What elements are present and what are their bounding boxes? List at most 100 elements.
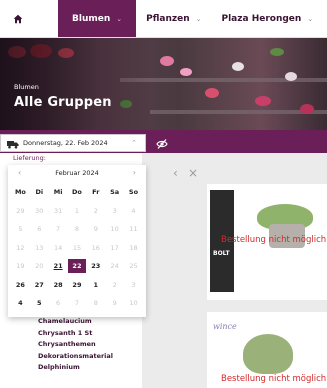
close-icon[interactable]: × (188, 166, 198, 180)
calendar-week-row: 29 30 31 1 2 3 4 (11, 202, 143, 221)
banner-flower (285, 72, 297, 81)
calendar-day: 18 (129, 243, 138, 252)
calendar-day[interactable]: 1 (86, 278, 105, 292)
weekday-row: Mo Di Mi Do Fr Sa So (11, 183, 143, 202)
top-navigation: Blumen ⌄ Pflanzen ⌄ Plaza Herongen ⌄ (0, 0, 327, 38)
truck-icon (7, 134, 19, 153)
nav-item-blumen[interactable]: Blumen ⌄ (58, 0, 137, 37)
calendar-day: 7 (74, 299, 80, 308)
calendar-day: 19 (16, 262, 25, 271)
calendar-day: 8 (93, 299, 98, 308)
calendar-day[interactable]: 27 (30, 278, 49, 292)
calendar-day: 14 (53, 243, 63, 252)
breadcrumb: Blumen (14, 83, 39, 91)
calendar-day: 25 (129, 262, 138, 271)
calendar-day[interactable]: 21 (49, 259, 68, 273)
calendar-day: 17 (110, 243, 119, 252)
weekday-label: So (128, 188, 139, 197)
calendar-day[interactable]: 4 (11, 296, 30, 310)
calendar-day[interactable]: 28 (49, 278, 68, 292)
calendar-month: Februar 2024 (55, 169, 99, 177)
calendar-day: 12 (16, 243, 25, 252)
calendar-day: 20 (35, 262, 44, 271)
category-item[interactable]: Dekorationsmaterial (38, 351, 113, 363)
nav-item-label: Pflanzen (146, 13, 190, 24)
chevron-down-icon: ⌄ (195, 14, 202, 23)
calendar-day: 15 (72, 243, 82, 252)
banner-flower (300, 104, 314, 114)
calendar-week-row: 26 27 28 29 1 2 3 (11, 276, 143, 295)
product-card[interactable]: BOLT Bestellung nicht möglich (207, 184, 327, 300)
eye-off-icon[interactable] (156, 135, 168, 154)
calendar-day[interactable]: 26 (11, 278, 30, 292)
date-picker: ‹ Februar 2024 › Mo Di Mi Do Fr Sa So 29 30 31 1 2… (8, 165, 146, 317)
calendar-day: 13 (35, 243, 44, 252)
weekday-label: Mi (53, 188, 63, 197)
banner-flower (160, 56, 174, 66)
calendar-day: 9 (112, 299, 117, 308)
nav-item-label: Blumen (72, 13, 111, 24)
home-button[interactable] (0, 0, 36, 37)
calendar-day: 16 (91, 243, 100, 252)
product-card[interactable]: wince Bestellung nicht möglich (207, 312, 327, 388)
order-unavailable-label: Bestellung nicht möglich (221, 235, 327, 245)
calendar-week-row: 12 13 14 15 16 17 18 (11, 239, 143, 258)
calendar-day: 11 (129, 225, 138, 234)
calendar-day: 5 (18, 225, 23, 234)
category-item[interactable]: Chamelaucium (38, 316, 113, 328)
chevron-down-icon: ⌄ (116, 14, 123, 23)
order-unavailable-label: Bestellung nicht möglich (221, 374, 327, 384)
calendar-day: 7 (56, 225, 61, 234)
nav-item-plaza-herongen[interactable]: Plaza Herongen ⌄ (212, 0, 324, 37)
category-item[interactable]: Delphinium (38, 362, 113, 374)
hero-banner: Blumen Alle Gruppen (0, 38, 327, 130)
calendar-day: 24 (110, 262, 119, 271)
calendar-day: 10 (129, 299, 138, 308)
delivery-label: Lieferung: (13, 154, 46, 162)
weekday-label: Do (72, 188, 82, 197)
calendar-day: 31 (53, 206, 63, 215)
wince-logo: wince (213, 322, 237, 331)
delivery-date-field[interactable]: Donnerstag, 22. Feb 2024 ⌃ (0, 134, 146, 152)
nav-item-pflanzen[interactable]: Pflanzen ⌄ (136, 0, 211, 37)
calendar-day: 8 (74, 225, 80, 234)
calendar-week-row: 4 5 6 7 8 9 10 (11, 294, 143, 313)
calendar-day: 29 (16, 206, 25, 215)
calendar-day[interactable]: 29 (68, 278, 87, 292)
product-plant-image (243, 334, 293, 374)
calendar-day[interactable]: 23 (86, 259, 105, 273)
chevron-up-icon: ⌃ (131, 139, 137, 147)
calendar-day: 3 (112, 206, 117, 215)
weekday-label: Sa (110, 188, 120, 197)
banner-flower (205, 88, 219, 98)
banner-flower (180, 68, 192, 76)
calendar-day[interactable]: 5 (30, 296, 49, 310)
chevron-down-icon: ⌄ (307, 14, 314, 23)
category-list: Chamelaucium Chrysanth 1 St Chrysantheme… (38, 316, 113, 374)
category-item[interactable]: Chrysanth 1 St (38, 328, 113, 340)
calendar-day: 3 (131, 280, 136, 289)
delivery-date-value: Donnerstag, 22. Feb 2024 (23, 139, 108, 147)
next-month-button[interactable]: › (133, 168, 136, 177)
calendar-week-row: 5 6 7 8 9 10 11 (11, 220, 143, 239)
banner-flower (232, 62, 244, 71)
weekday-label: Fr (92, 188, 100, 197)
banner-flower (255, 96, 271, 106)
calendar-grid: Mo Di Mi Do Fr Sa So 29 30 31 1 2 3 4 5 6 7 8 9 10 11 12 13 14… (11, 183, 143, 313)
weekday-label: Di (35, 188, 44, 197)
calendar-day: 10 (110, 225, 119, 234)
calendar-day: 2 (112, 280, 117, 289)
calendar-day: 6 (56, 299, 61, 308)
prev-arrow-icon[interactable]: ‹ (173, 166, 178, 180)
home-icon (13, 14, 23, 23)
banner-leaf (270, 48, 284, 56)
category-item[interactable]: Chrysanthemen (38, 339, 113, 351)
calendar-week-row: 19 20 21 22 23 24 25 (11, 257, 143, 276)
nav-item-label: Plaza Herongen (221, 13, 302, 24)
calendar-day: 30 (35, 206, 44, 215)
calendar-day: 4 (131, 206, 136, 215)
calendar-header: ‹ Februar 2024 › (8, 168, 146, 180)
weekday-label: Mo (14, 188, 26, 197)
calendar-day-selected[interactable]: 22 (67, 259, 87, 274)
calendar-day: 1 (74, 206, 80, 215)
